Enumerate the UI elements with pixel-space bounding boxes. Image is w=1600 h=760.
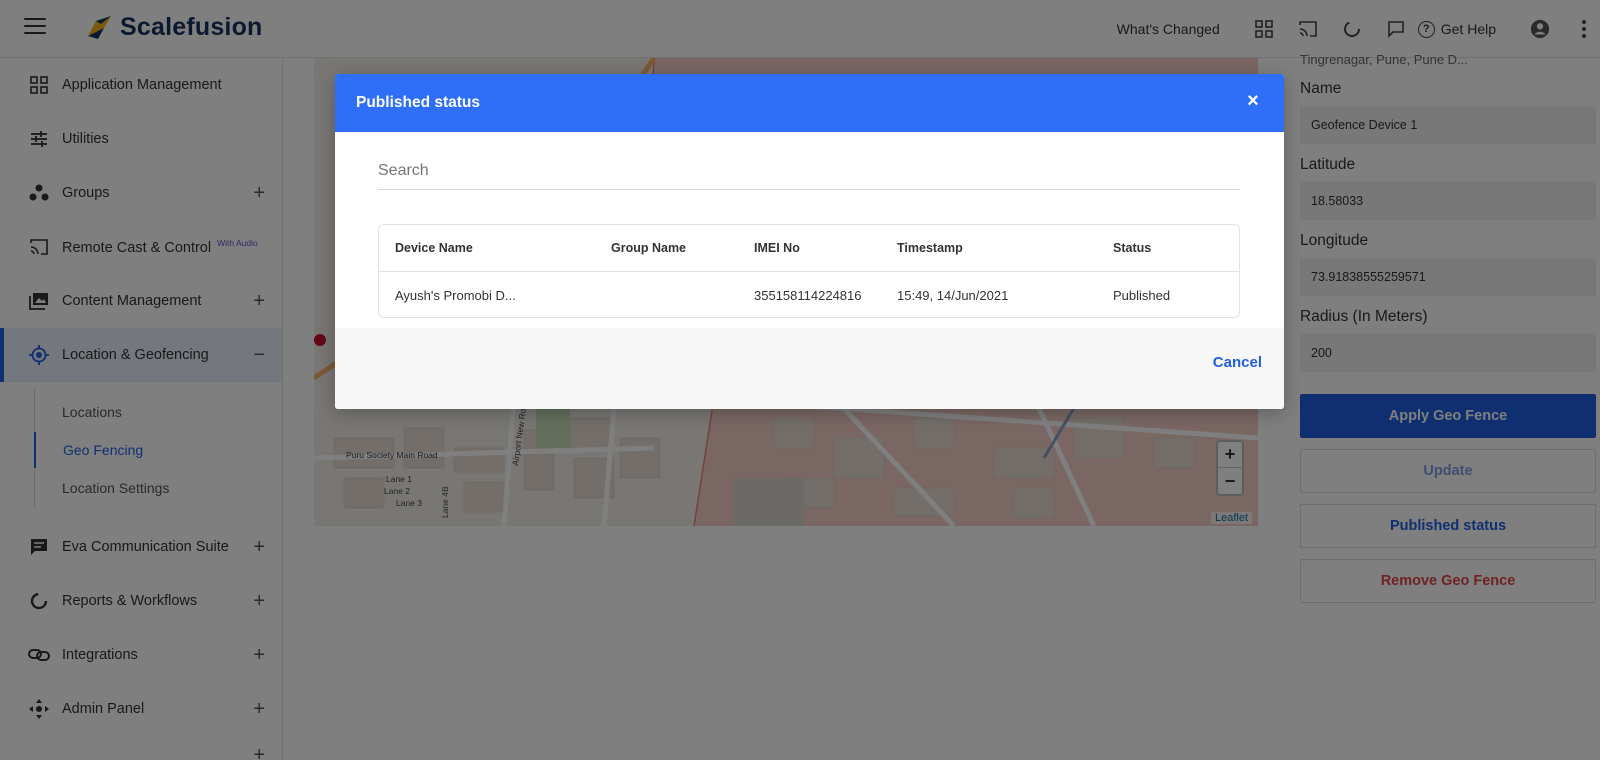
column-header-device-name[interactable]: Device Name — [395, 241, 473, 255]
published-status-table: Device Name Group Name IMEI No Timestamp… — [378, 224, 1240, 318]
table-row[interactable]: Ayush's Promobi D... 355158114224816 15:… — [379, 272, 1239, 319]
modal-title: Published status — [356, 94, 481, 111]
cell-timestamp: 15:49, 14/Jun/2021 — [897, 288, 1009, 303]
cell-imei: 355158114224816 — [754, 288, 862, 303]
column-header-timestamp[interactable]: Timestamp — [897, 241, 963, 255]
column-header-status[interactable]: Status — [1113, 241, 1151, 255]
published-status-modal: Published status × Device Name Group Nam… — [335, 74, 1284, 409]
modal-body: Device Name Group Name IMEI No Timestamp… — [335, 132, 1284, 328]
cell-status: Published — [1113, 288, 1171, 303]
modal-header: Published status × — [335, 74, 1284, 132]
modal-footer: Cancel — [335, 328, 1284, 409]
search-input[interactable] — [378, 152, 1240, 190]
cancel-button[interactable]: Cancel — [1213, 354, 1262, 371]
column-header-group-name[interactable]: Group Name — [611, 241, 686, 255]
column-header-imei[interactable]: IMEI No — [754, 241, 800, 255]
table-header-row: Device Name Group Name IMEI No Timestamp… — [379, 225, 1239, 272]
cell-device-name: Ayush's Promobi D... — [395, 288, 516, 303]
close-icon[interactable]: × — [1242, 90, 1264, 112]
